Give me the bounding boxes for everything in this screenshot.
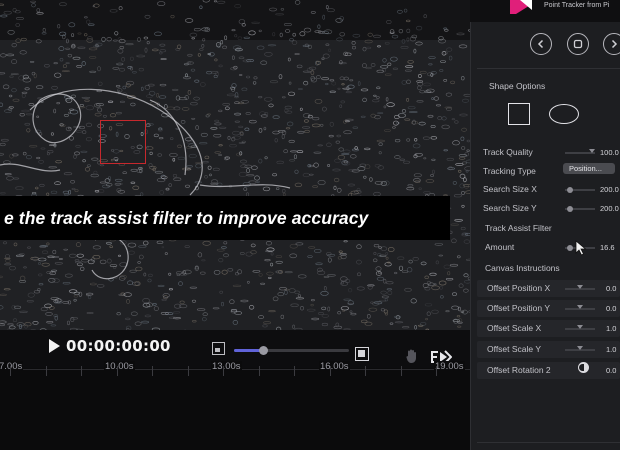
- property-label: Search Size Y: [483, 203, 537, 213]
- property-value[interactable]: 0.0: [606, 304, 616, 313]
- property-value[interactable]: 16.6: [600, 243, 615, 252]
- property-label: Tracking Type: [483, 166, 536, 176]
- ruler-tick: [152, 366, 153, 376]
- property-label: Offset Scale X: [487, 323, 542, 333]
- rotation-knob[interactable]: [578, 362, 589, 373]
- property-value[interactable]: 1.0: [606, 345, 616, 354]
- plugin-logo-icon: [510, 0, 532, 14]
- rectangle-shape-button[interactable]: [508, 103, 530, 125]
- caption-text: e the track assist filter to improve acc…: [4, 207, 369, 228]
- property-slider-handle[interactable]: [577, 346, 583, 350]
- plugin-name: Point Tracker from Pi: [544, 2, 610, 9]
- ruler-tick: [116, 366, 118, 376]
- next-button[interactable]: [603, 33, 620, 55]
- ruler-tick: [187, 366, 189, 376]
- property-value[interactable]: 0.0: [606, 284, 616, 293]
- property-value[interactable]: 0.0: [606, 366, 616, 375]
- fit-view-button[interactable]: [212, 342, 225, 355]
- property-label: Search Size X: [483, 184, 537, 194]
- tick-label: 16.00s: [319, 361, 350, 372]
- property-label: Canvas Instructions: [485, 263, 560, 273]
- ruler-tick: [400, 366, 402, 376]
- property-label: Track Quality: [483, 147, 533, 157]
- property-slider-handle[interactable]: [589, 149, 595, 153]
- ruler-tick: [294, 366, 295, 376]
- stop-button[interactable]: [567, 33, 589, 55]
- property-label: Track Assist Filter: [485, 223, 552, 233]
- square-stop-icon: [573, 39, 583, 49]
- tick-label: 10.00s: [104, 361, 135, 372]
- zoom-slider-handle[interactable]: [258, 346, 268, 355]
- ellipse-shape-button[interactable]: [549, 104, 579, 124]
- timecode: 00:00:00:00: [66, 337, 171, 355]
- panel-divider: [477, 68, 620, 69]
- tick-label: 7.00s: [0, 361, 24, 372]
- ruler-tick: [365, 366, 366, 376]
- property-label: Offset Scale Y: [487, 344, 542, 354]
- previous-button[interactable]: [530, 33, 552, 55]
- property-slider-handle[interactable]: [566, 206, 573, 212]
- ruler-tick: [258, 366, 260, 376]
- property-slider-handle[interactable]: [566, 187, 573, 193]
- property-slider-handle[interactable]: [566, 245, 573, 251]
- shape-options-title: Shape Options: [489, 81, 546, 91]
- video-frame: [0, 0, 470, 332]
- tick-label: 13.00s: [211, 361, 242, 372]
- video-viewer[interactable]: e the track assist filter to improve acc…: [0, 0, 470, 332]
- property-value[interactable]: 200.0: [600, 185, 619, 194]
- property-slider-handle[interactable]: [577, 325, 583, 329]
- cursor-icon: [575, 240, 587, 256]
- fullscreen-button[interactable]: [355, 347, 369, 361]
- property-label: Offset Position Y: [487, 303, 550, 313]
- ruler-tick: [329, 366, 331, 376]
- tick-label: 19.00s: [434, 361, 465, 372]
- property-slider-handle[interactable]: [577, 305, 583, 309]
- property-value[interactable]: 100.0: [600, 148, 619, 157]
- property-slider-handle[interactable]: [577, 285, 583, 289]
- ruler-tick: [45, 366, 47, 376]
- property-label: Offset Position X: [487, 283, 551, 293]
- play-icon[interactable]: [49, 339, 60, 353]
- property-value[interactable]: 1.0: [606, 324, 616, 333]
- ruler-tick: [10, 366, 11, 376]
- ruler-tick: [223, 366, 224, 376]
- zoom-slider[interactable]: [234, 346, 349, 355]
- hand-icon[interactable]: [405, 348, 419, 364]
- property-label: Offset Rotation 2: [487, 365, 551, 375]
- timeline-ruler[interactable]: [0, 368, 470, 450]
- ruler-tick: [81, 366, 82, 376]
- property-label: Amount: [485, 242, 515, 252]
- chevron-left-icon: [537, 39, 544, 49]
- tracking-type-dropdown[interactable]: Position...: [563, 163, 615, 174]
- chevron-right-icon: [611, 39, 618, 49]
- caption-bar: e the track assist filter to improve acc…: [0, 196, 450, 240]
- property-value[interactable]: 200.0: [600, 204, 619, 213]
- tracking-box[interactable]: [100, 120, 146, 164]
- ruler-tick: [436, 366, 437, 376]
- panel-footer-divider: [477, 442, 620, 443]
